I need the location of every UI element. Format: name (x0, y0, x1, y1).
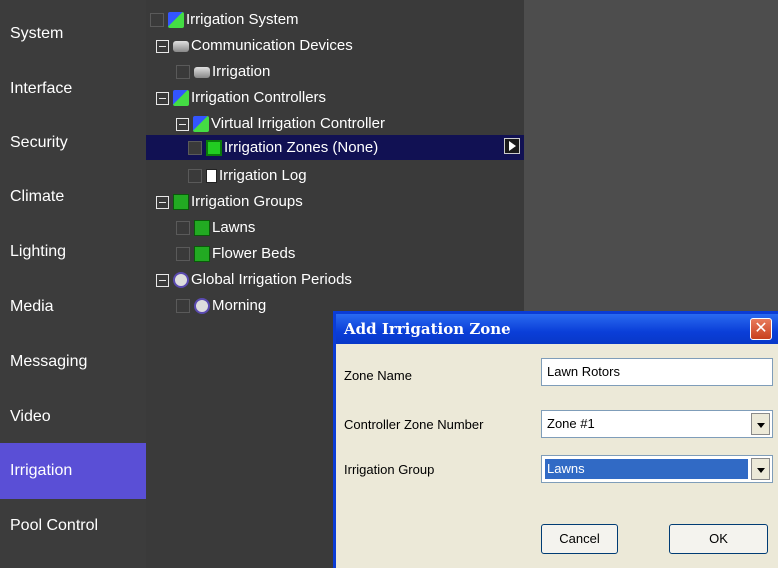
clock-icon (173, 272, 189, 289)
device-icon (173, 40, 189, 52)
tree-node-communication-devices[interactable]: Communication Devices (156, 35, 353, 57)
chevron-down-icon[interactable] (751, 458, 770, 480)
tree-node-global-irrigation-periods[interactable]: Global Irrigation Periods (156, 269, 352, 291)
sidebar-item-messaging[interactable]: Messaging (0, 334, 146, 390)
tree-node-label: Irrigation Groups (191, 193, 303, 210)
tree-node-label: Flower Beds (212, 245, 296, 262)
checkbox[interactable] (188, 141, 202, 156)
checkbox[interactable] (188, 169, 202, 184)
tree-node-morning[interactable]: Morning (176, 295, 266, 317)
sidebar-item-pool-control[interactable]: Pool Control (0, 498, 146, 554)
add-irrigation-zone-dialog: Add Irrigation Zone ✕ Zone Name Lawn Rot… (333, 311, 778, 568)
sidebar: System Interface Security Climate Lighti… (0, 0, 146, 568)
sidebar-item-security[interactable]: Security (0, 115, 146, 171)
collapse-toggle-icon[interactable] (156, 195, 169, 209)
tree-node-label: Irrigation Log (219, 167, 307, 184)
group-icon (194, 246, 210, 263)
cancel-button[interactable]: Cancel (541, 524, 618, 554)
tree-node-lawns[interactable]: Lawns (176, 217, 255, 239)
tree-node-flower-beds[interactable]: Flower Beds (176, 243, 295, 265)
zone-name-input[interactable]: Lawn Rotors (541, 358, 773, 386)
sidebar-item-video[interactable]: Video (0, 389, 146, 445)
sidebar-item-interface[interactable]: Interface (0, 61, 146, 117)
checkbox[interactable] (176, 65, 190, 80)
collapse-toggle-icon[interactable] (156, 273, 169, 287)
tree-node-label: Irrigation System (186, 11, 299, 28)
group-icon (173, 194, 189, 211)
sidebar-item-media[interactable]: Media (0, 279, 146, 335)
irrigation-group-select[interactable]: Lawns (541, 455, 773, 483)
tree-node-irrigation-groups[interactable]: Irrigation Groups (156, 191, 303, 213)
sidebar-item-climate[interactable]: Climate (0, 169, 146, 225)
device-icon (194, 66, 210, 78)
tree-node-label: Irrigation Zones (None) (224, 139, 379, 156)
tree-node-label: Irrigation (212, 63, 271, 80)
zone-name-label: Zone Name (344, 368, 412, 383)
collapse-toggle-icon[interactable] (156, 91, 169, 105)
controller-zone-number-value: Zone #1 (547, 416, 595, 431)
tree-node-irrigation-controllers[interactable]: Irrigation Controllers (156, 87, 326, 109)
clock-icon (194, 298, 210, 315)
tree-node-label: Global Irrigation Periods (191, 271, 352, 288)
sprinkler-icon (168, 12, 184, 29)
controller-zone-number-label: Controller Zone Number (344, 417, 484, 432)
tree-node-irrigation-log[interactable]: Irrigation Log (188, 165, 307, 187)
tree-node-label: Irrigation Controllers (191, 89, 327, 106)
checkbox[interactable] (176, 299, 190, 314)
controller-zone-number-select[interactable]: Zone #1 (541, 410, 773, 438)
sidebar-item-irrigation[interactable]: Irrigation (0, 443, 146, 499)
tree-node-irrigation-device[interactable]: Irrigation (176, 61, 270, 83)
sidebar-item-system[interactable]: System (0, 6, 146, 62)
tree-node-irrigation-system[interactable]: Irrigation System (150, 9, 299, 31)
sidebar-item-lighting[interactable]: Lighting (0, 224, 146, 280)
dialog-title-bar[interactable]: Add Irrigation Zone ✕ (336, 314, 778, 344)
tree-node-virtual-irrigation-controller[interactable]: Virtual Irrigation Controller (176, 113, 385, 135)
tree-node-label: Virtual Irrigation Controller (211, 115, 385, 132)
sprinkler-icon (173, 90, 189, 107)
checkbox[interactable] (176, 221, 190, 236)
checkbox[interactable] (150, 13, 164, 28)
play-arrow-icon[interactable] (504, 138, 520, 154)
dialog-title: Add Irrigation Zone (344, 320, 511, 338)
irrigation-group-value: Lawns (545, 459, 748, 479)
close-button[interactable]: ✕ (750, 318, 772, 340)
tree-node-irrigation-zones[interactable]: Irrigation Zones (None) (146, 135, 524, 160)
irrigation-group-label: Irrigation Group (344, 462, 435, 477)
sprinkler-icon (193, 116, 209, 133)
tree-node-label: Morning (212, 297, 267, 314)
ok-button[interactable]: OK (669, 524, 768, 554)
tree-node-label: Lawns (212, 219, 256, 236)
log-icon (206, 169, 217, 184)
group-icon (194, 220, 210, 237)
collapse-toggle-icon[interactable] (156, 39, 169, 53)
checkbox[interactable] (176, 247, 190, 262)
zone-icon (206, 140, 222, 157)
collapse-toggle-icon[interactable] (176, 117, 189, 131)
close-icon: ✕ (754, 320, 768, 337)
tree-node-label: Communication Devices (191, 37, 353, 54)
chevron-down-icon[interactable] (751, 413, 770, 435)
